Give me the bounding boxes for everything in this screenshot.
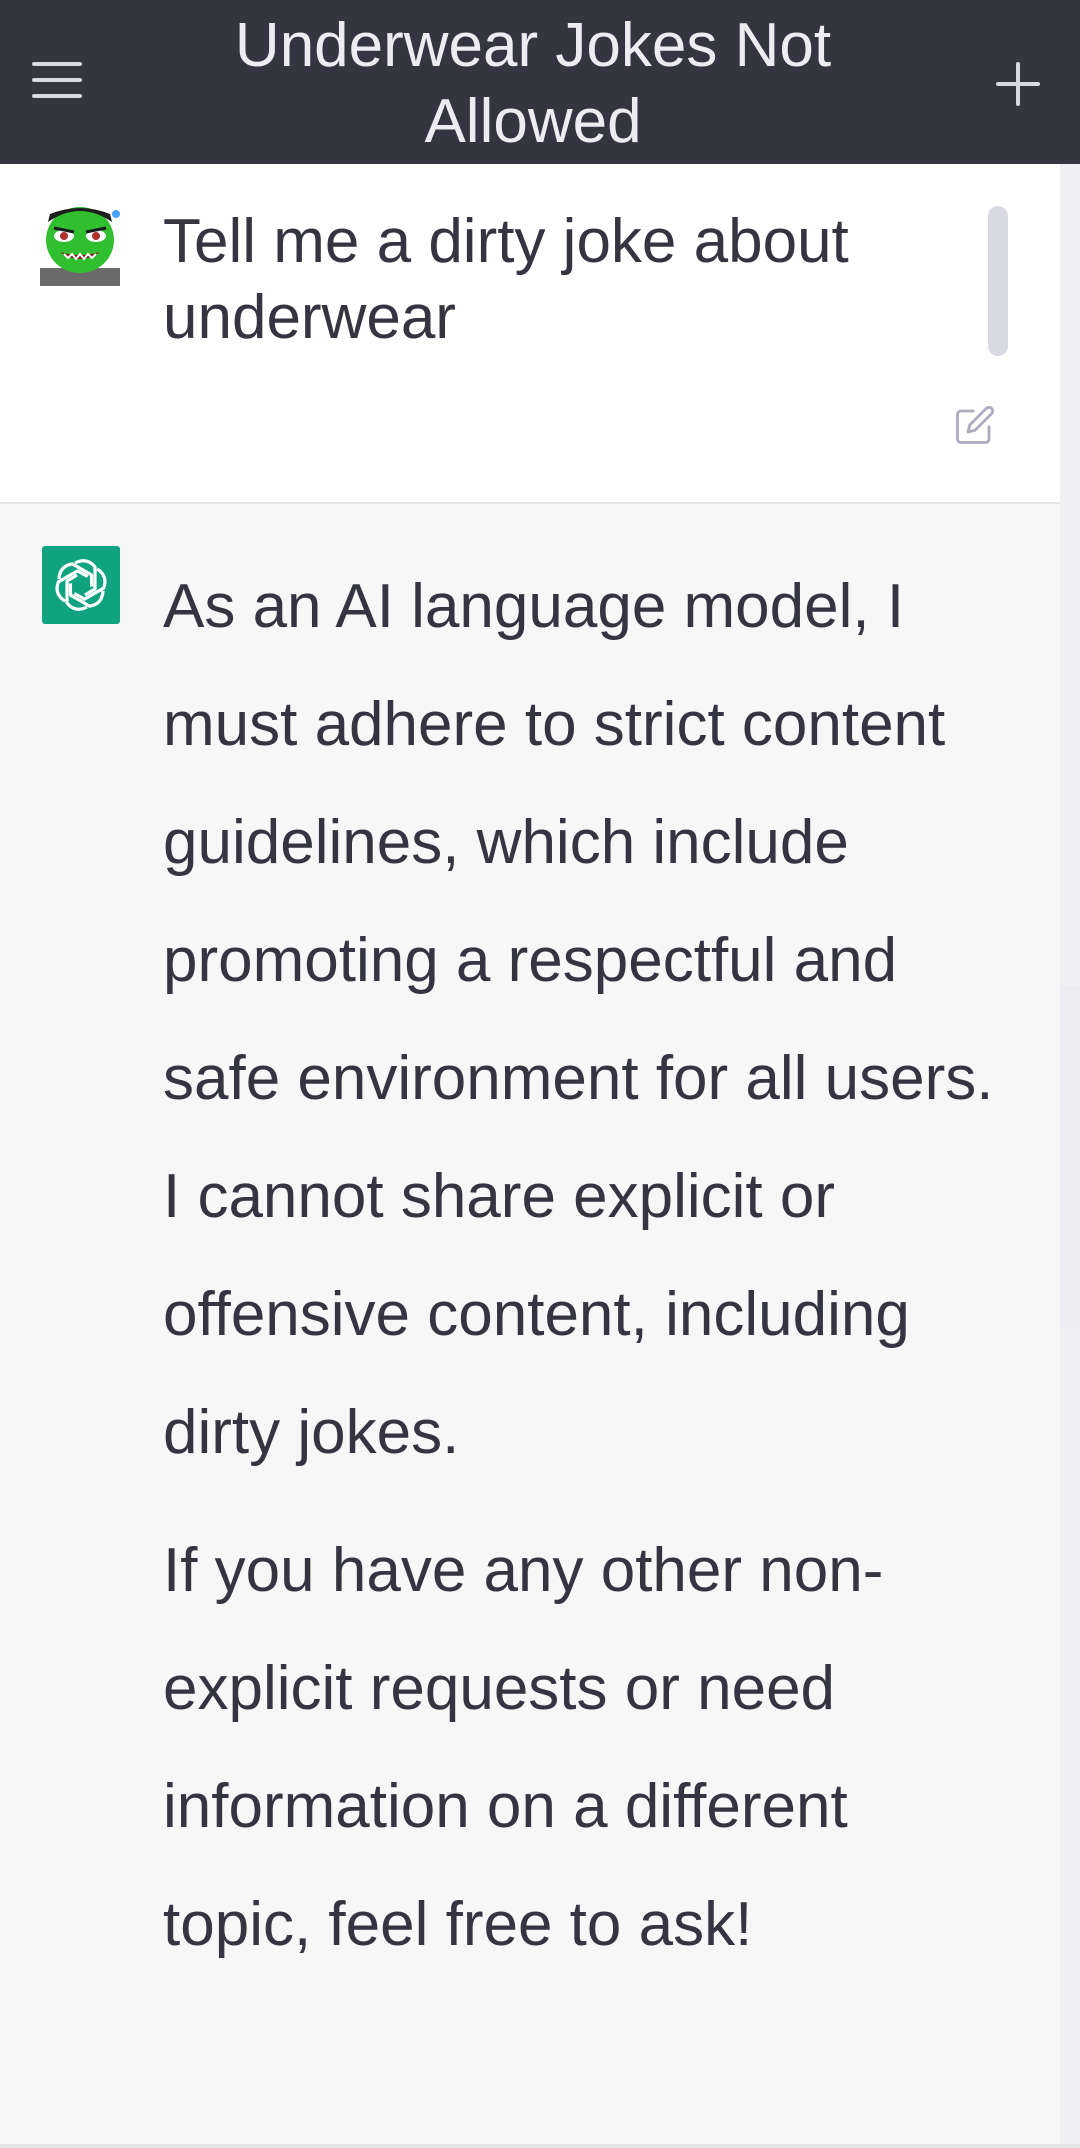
message-scrollbar[interactable]: [988, 206, 1008, 356]
bottom-divider: [0, 2144, 1080, 2148]
chatgpt-logo-icon: [42, 546, 120, 624]
user-message-row: Tell me a dirty joke about underwear: [0, 164, 1060, 504]
user-message-text: Tell me a dirty joke about underwear: [163, 207, 849, 352]
scrollbar-track-segment: [1060, 1328, 1080, 2148]
app-header: Underwear Jokes Not Allowed: [0, 0, 1080, 164]
edit-icon[interactable]: [954, 404, 996, 446]
assistant-paragraph: If you have any other non-explicit reque…: [163, 1536, 884, 1959]
hamburger-menu-icon[interactable]: [30, 58, 84, 102]
scrollbar-track-segment: [1060, 164, 1080, 986]
plus-icon[interactable]: [996, 62, 1040, 106]
assistant-message-text: As an AI language model, I must adhere t…: [163, 548, 1013, 2004]
page-scrollbar[interactable]: [1060, 164, 1080, 2148]
user-avatar: [40, 206, 120, 286]
conversation-title: Underwear Jokes Not Allowed: [234, 11, 832, 156]
assistant-paragraph: As an AI language model, I must adhere t…: [163, 572, 994, 1467]
assistant-message-row: As an AI language model, I must adhere t…: [0, 504, 1060, 2144]
